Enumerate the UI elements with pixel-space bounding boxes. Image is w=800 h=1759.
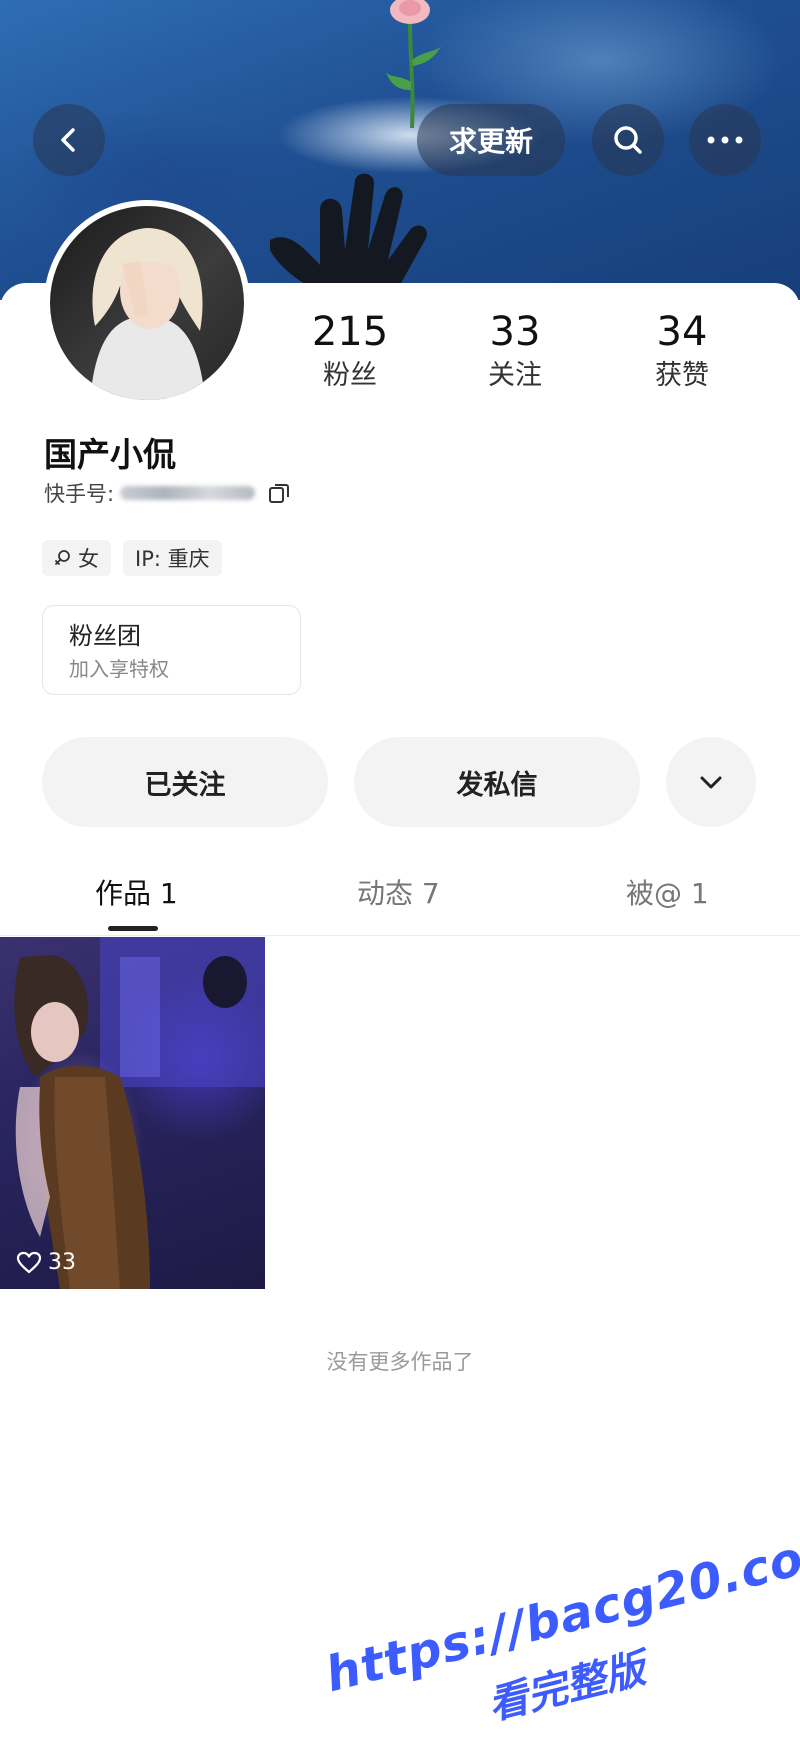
active-tab-indicator <box>108 926 158 931</box>
fans-label: 粉丝 <box>323 360 377 391</box>
send-message-button[interactable]: 发私信 <box>354 737 640 827</box>
stat-fans[interactable]: 215 粉丝 <box>285 308 415 394</box>
thumbnail-image <box>14 937 265 1289</box>
username: 国产小侃 <box>44 435 176 474</box>
search-button[interactable] <box>592 104 664 176</box>
likes-label: 获赞 <box>655 360 709 391</box>
fans-count: 215 <box>311 309 389 355</box>
back-button[interactable] <box>33 104 105 176</box>
following-label: 关注 <box>488 360 542 391</box>
like-count-value: 33 <box>48 1250 76 1275</box>
tab-moments[interactable]: 动态 7 <box>357 872 440 912</box>
stat-likes[interactable]: 34 获赞 <box>617 308 747 394</box>
work-thumbnail[interactable]: 33 <box>0 937 265 1289</box>
no-more-works-text: 没有更多作品了 <box>326 1350 474 1374</box>
likes-count: 34 <box>656 309 708 355</box>
back-arrow-icon <box>61 128 75 152</box>
heart-icon <box>16 1251 42 1273</box>
ip-label: IP: 重庆 <box>135 547 210 571</box>
more-button[interactable] <box>689 104 761 176</box>
gender-label: 女 <box>78 547 99 571</box>
search-icon <box>614 126 642 154</box>
female-icon <box>55 550 70 565</box>
avatar[interactable] <box>44 200 250 406</box>
tab-mentions[interactable]: 被@ 1 <box>626 872 709 912</box>
followed-button[interactable]: 已关注 <box>42 737 328 827</box>
account-id-label: 快手号: <box>44 482 115 506</box>
fanclub-title: 粉丝团 <box>69 622 141 650</box>
following-count: 33 <box>489 309 541 355</box>
account-id-row: 快手号: <box>44 478 291 508</box>
more-icon <box>707 136 743 144</box>
stat-following[interactable]: 33 关注 <box>450 308 580 394</box>
gender-tag: 女 <box>42 540 111 576</box>
ip-tag: IP: 重庆 <box>123 540 222 576</box>
account-id-redacted <box>120 486 256 500</box>
chevron-down-icon <box>700 776 722 789</box>
tab-divider <box>0 935 800 936</box>
tab-works[interactable]: 作品 1 <box>95 872 178 912</box>
gloved-hand-illustration <box>270 173 427 298</box>
profile-tags: 女 IP: 重庆 <box>42 540 222 576</box>
copy-icon[interactable] <box>267 481 291 505</box>
fanclub-card[interactable]: 粉丝团 加入享特权 <box>42 605 301 695</box>
expand-button[interactable] <box>666 737 756 827</box>
avatar-portrait <box>90 228 205 400</box>
request-update-button[interactable]: 求更新 <box>417 104 565 176</box>
fanclub-subtitle: 加入享特权 <box>69 657 169 681</box>
like-count: 33 <box>16 1250 76 1275</box>
